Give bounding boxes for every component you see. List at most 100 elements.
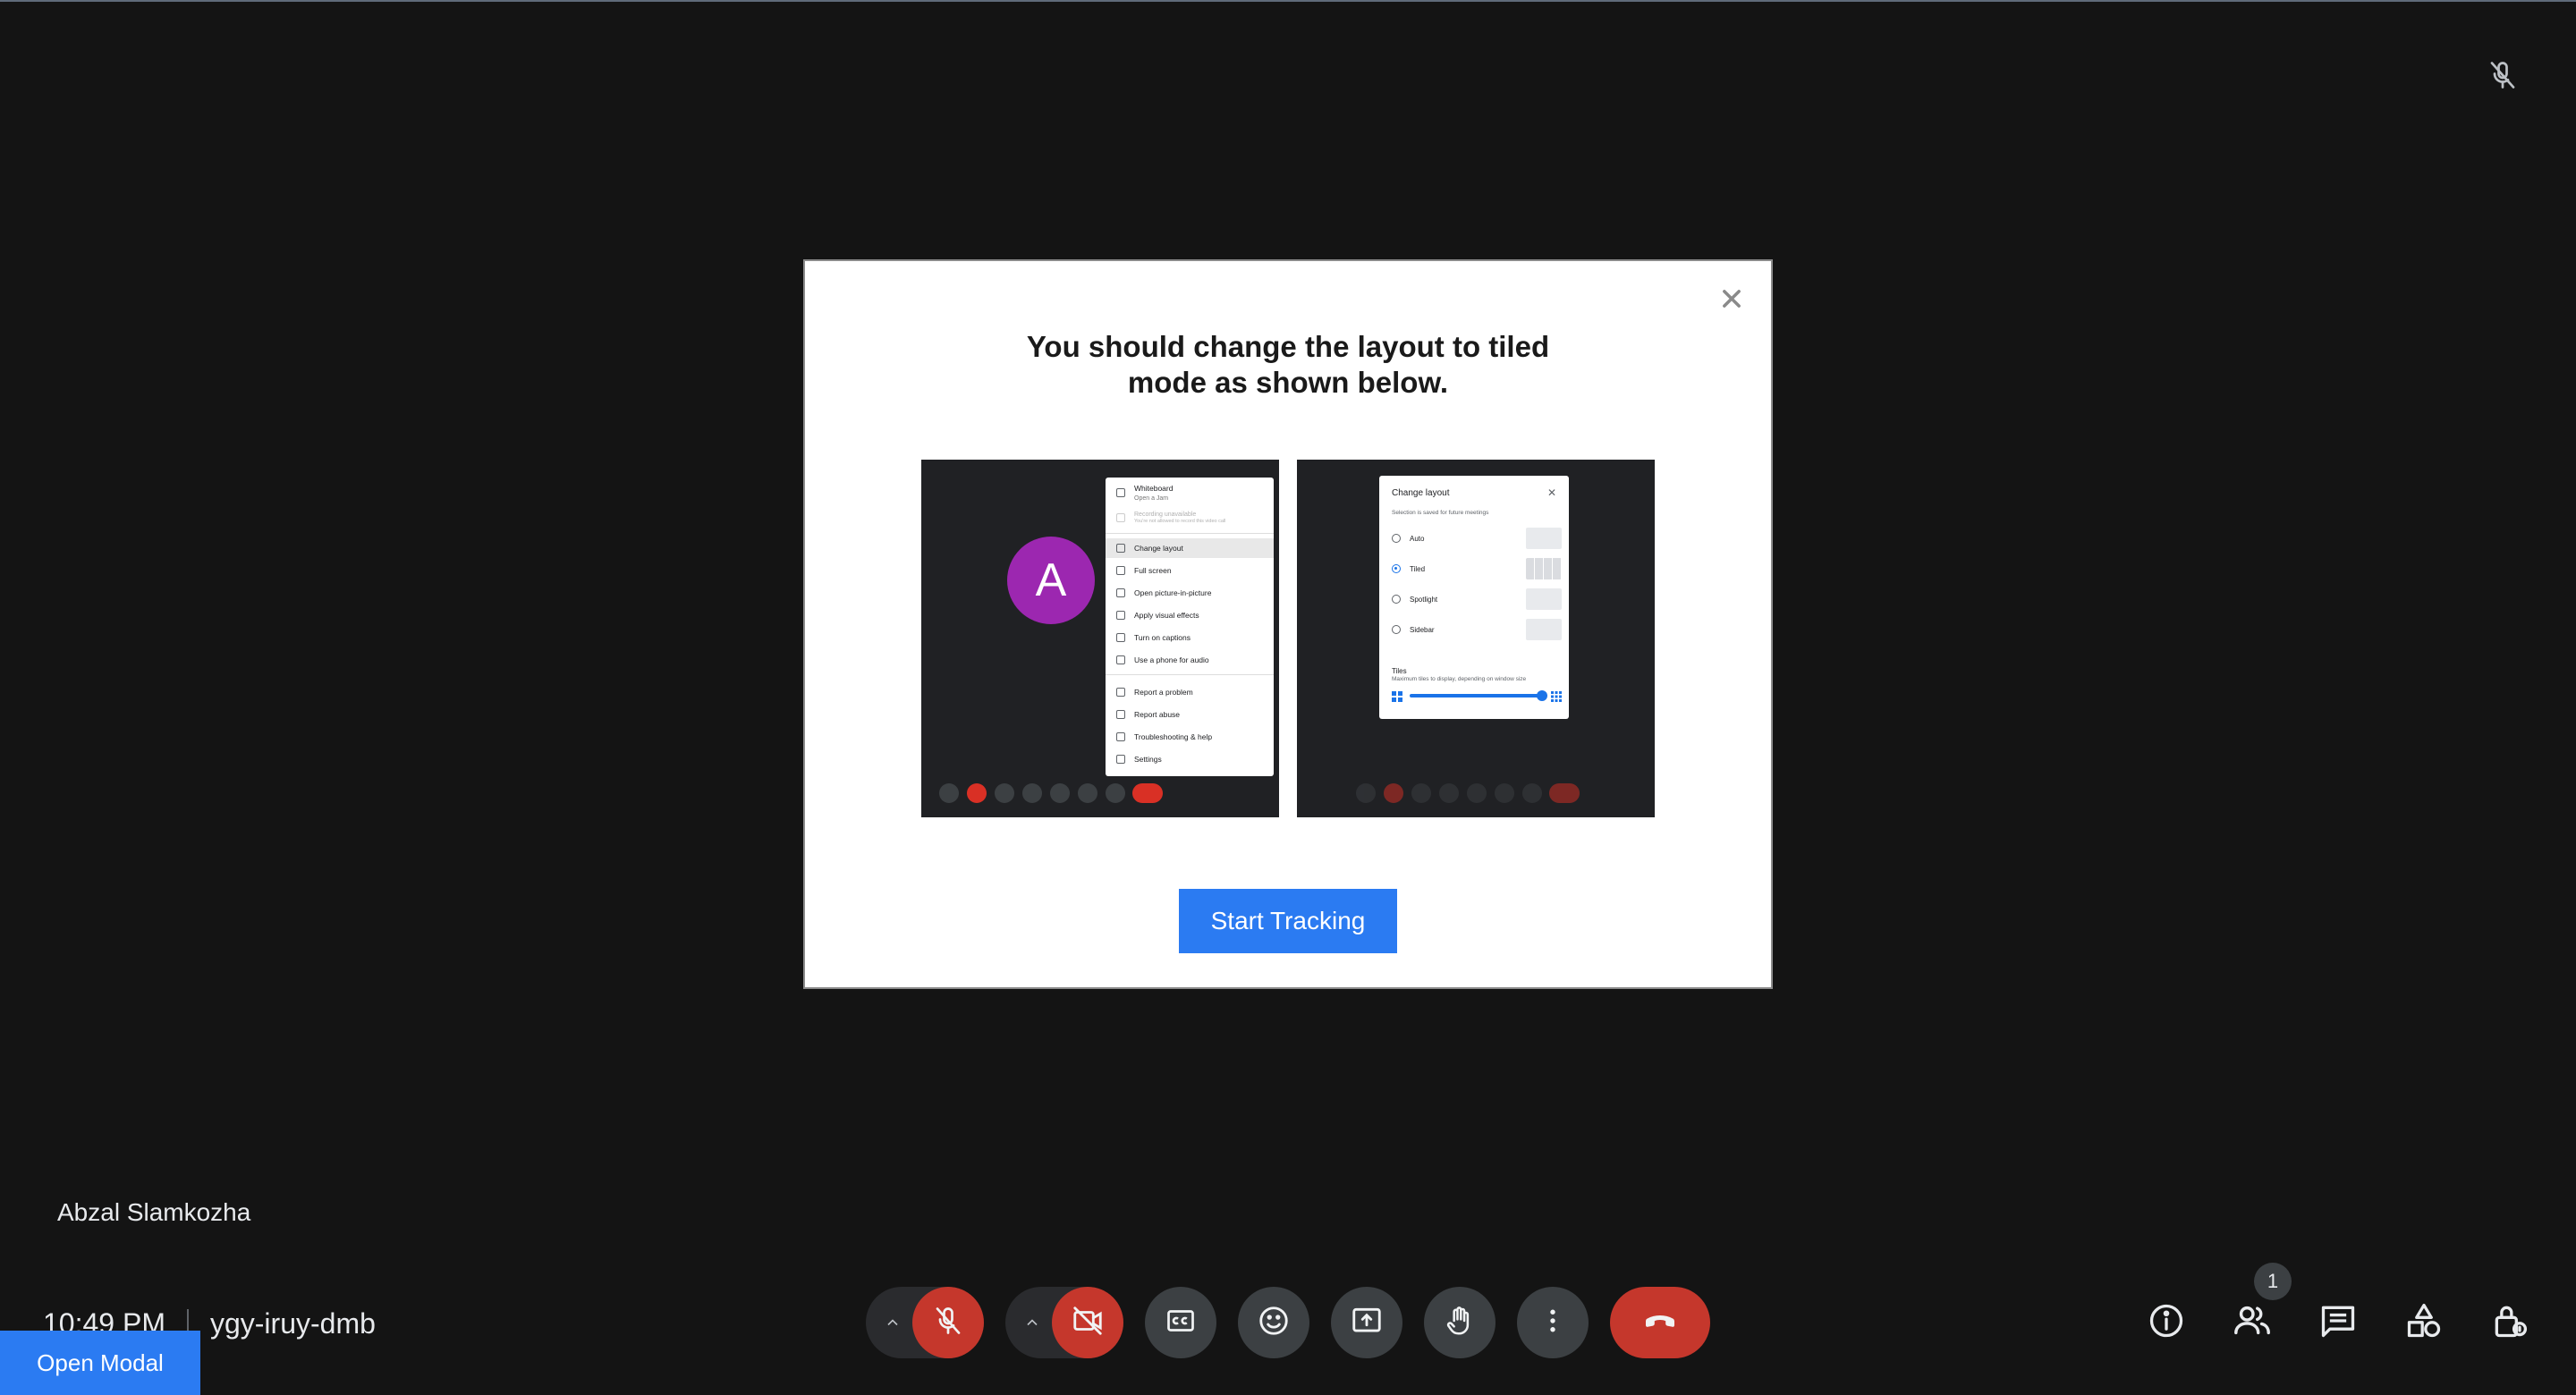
participant-name: Abzal Slamkozha [57,1198,251,1226]
camera-toggle-button[interactable] [1052,1287,1123,1358]
menu-item-label: Full screen [1134,566,1172,575]
mini-camera-button [967,783,987,803]
meeting-code: ygy-iruy-dmb [209,1306,376,1340]
menu-item: Full screen [1106,561,1274,580]
mini-more-button [1106,783,1125,803]
modal-close-button[interactable] [1710,279,1753,322]
menu-item-label: Open picture-in-picture [1134,588,1212,597]
menu-item: Use a phone for audio [1106,650,1274,670]
layout-thumbnail [1526,588,1562,610]
captions-button[interactable] [1145,1287,1216,1358]
start-tracking-button[interactable]: Start Tracking [1179,889,1397,953]
tiles-subtitle: Maximum tiles to display, depending on w… [1392,676,1527,682]
open-modal-button[interactable]: Open Modal [0,1331,200,1395]
mini-emoji-button [1439,783,1459,803]
menu-item-label: Troubleshooting & help [1134,732,1213,741]
host-controls-icon [2490,1301,2529,1345]
mini-captions-button [1411,783,1431,803]
tile-mic-off-icon [2487,59,2519,91]
activities-button[interactable] [2395,1294,2453,1351]
radio-selected-icon [1392,564,1401,573]
mini-control-bar [1297,783,1655,805]
people-icon [2232,1300,2273,1346]
menu-item: Apply visual effects [1106,605,1274,625]
raise-hand-button[interactable] [1424,1287,1496,1358]
end-call-icon [1639,1299,1682,1347]
camera-options-caret[interactable] [1014,1305,1050,1340]
chat-button[interactable] [2309,1294,2367,1351]
menu-item: Open picture-in-picture [1106,583,1274,603]
option-label: Tiled [1410,564,1426,573]
raise-hand-icon [1443,1304,1477,1342]
more-options-menu: Whiteboard Open a Jam Recording unavailab… [1106,478,1274,776]
mini-hand-button [1495,783,1514,803]
mini-emoji-button [1022,783,1042,803]
end-call-button[interactable] [1610,1287,1710,1358]
menu-item: Change layout [1106,538,1274,558]
layout-thumbnail [1526,558,1562,579]
menu-item-label: Recording unavailable [1134,512,1197,518]
radio-icon [1392,625,1401,634]
menu-item-label: Change layout [1134,544,1183,553]
mini-camera-button [1384,783,1403,803]
close-icon [1719,286,1744,316]
option-label: Sidebar [1410,625,1435,634]
divider [1106,533,1274,534]
menu-item-sub: You're not allowed to record this video … [1134,519,1226,524]
present-button[interactable] [1331,1287,1402,1358]
chat-icon [2318,1301,2358,1345]
layout-option-tiled: Tiled [1392,558,1562,579]
mini-end-call-button [1549,783,1580,803]
modal-title: You should change the layout to tiled mo… [805,329,1771,401]
dialog-title: Change layout [1392,488,1450,498]
mic-options-caret[interactable] [875,1305,911,1340]
menu-item: Report abuse [1106,705,1274,724]
menu-item-label: Report abuse [1134,710,1181,719]
mini-present-button [1467,783,1487,803]
menu-item-label: Settings [1134,755,1162,764]
dialog-close-icon: ✕ [1546,486,1556,499]
menu-item: Recording unavailable You're not allowed … [1106,506,1274,529]
grid-small-icon [1392,690,1402,702]
instruction-screenshot-layout: Change layout ✕ Selection is saved for f… [1297,460,1655,817]
host-controls-button[interactable] [2481,1294,2538,1351]
menu-item: Turn on captions [1106,628,1274,647]
layout-instructions-modal: You should change the layout to tiled mo… [803,259,1773,989]
divider [1106,674,1274,675]
mini-mic-button [1356,783,1376,803]
instruction-screenshot-menu: A Whiteboard Open a Jam Recording unavail… [921,460,1279,817]
menu-item-label: Whiteboard [1134,484,1174,493]
more-options-icon [1537,1305,1569,1341]
more-options-button[interactable] [1517,1287,1589,1358]
modal-title-line: mode as shown below. [1127,366,1449,399]
layout-option-spotlight: Spotlight [1392,588,1562,610]
videocam-off-icon [1071,1304,1105,1342]
avatar: A [1007,537,1095,624]
menu-item-label: Apply visual effects [1134,611,1199,620]
mic-toggle-button[interactable] [912,1287,984,1358]
emoji-icon [1257,1304,1291,1342]
present-screen-icon [1350,1304,1384,1342]
menu-item-label: Report a problem [1134,688,1193,697]
mic-off-icon [932,1305,964,1341]
grid-large-icon [1551,690,1562,702]
modal-title-line: You should change the layout to tiled [1026,330,1550,363]
mini-captions-button [995,783,1014,803]
layout-option-auto: Auto [1392,528,1562,549]
mini-control-bar [921,783,1279,805]
change-layout-dialog: Change layout ✕ Selection is saved for f… [1379,476,1569,719]
reactions-button[interactable] [1238,1287,1309,1358]
top-border [0,0,2576,2]
people-count-badge: 1 [2254,1263,2292,1300]
radio-icon [1392,534,1401,543]
menu-item: Settings [1106,749,1274,769]
meeting-info-button[interactable] [2138,1294,2195,1351]
mini-present-button [1050,783,1070,803]
layout-thumbnail [1526,528,1562,549]
tiles-label: Tiles [1392,667,1407,675]
menu-item-label: Use a phone for audio [1134,655,1209,664]
mini-mic-button [939,783,959,803]
menu-item-label: Turn on captions [1134,633,1191,642]
people-button[interactable] [2224,1294,2281,1351]
dialog-subtitle: Selection is saved for future meetings [1392,510,1489,516]
